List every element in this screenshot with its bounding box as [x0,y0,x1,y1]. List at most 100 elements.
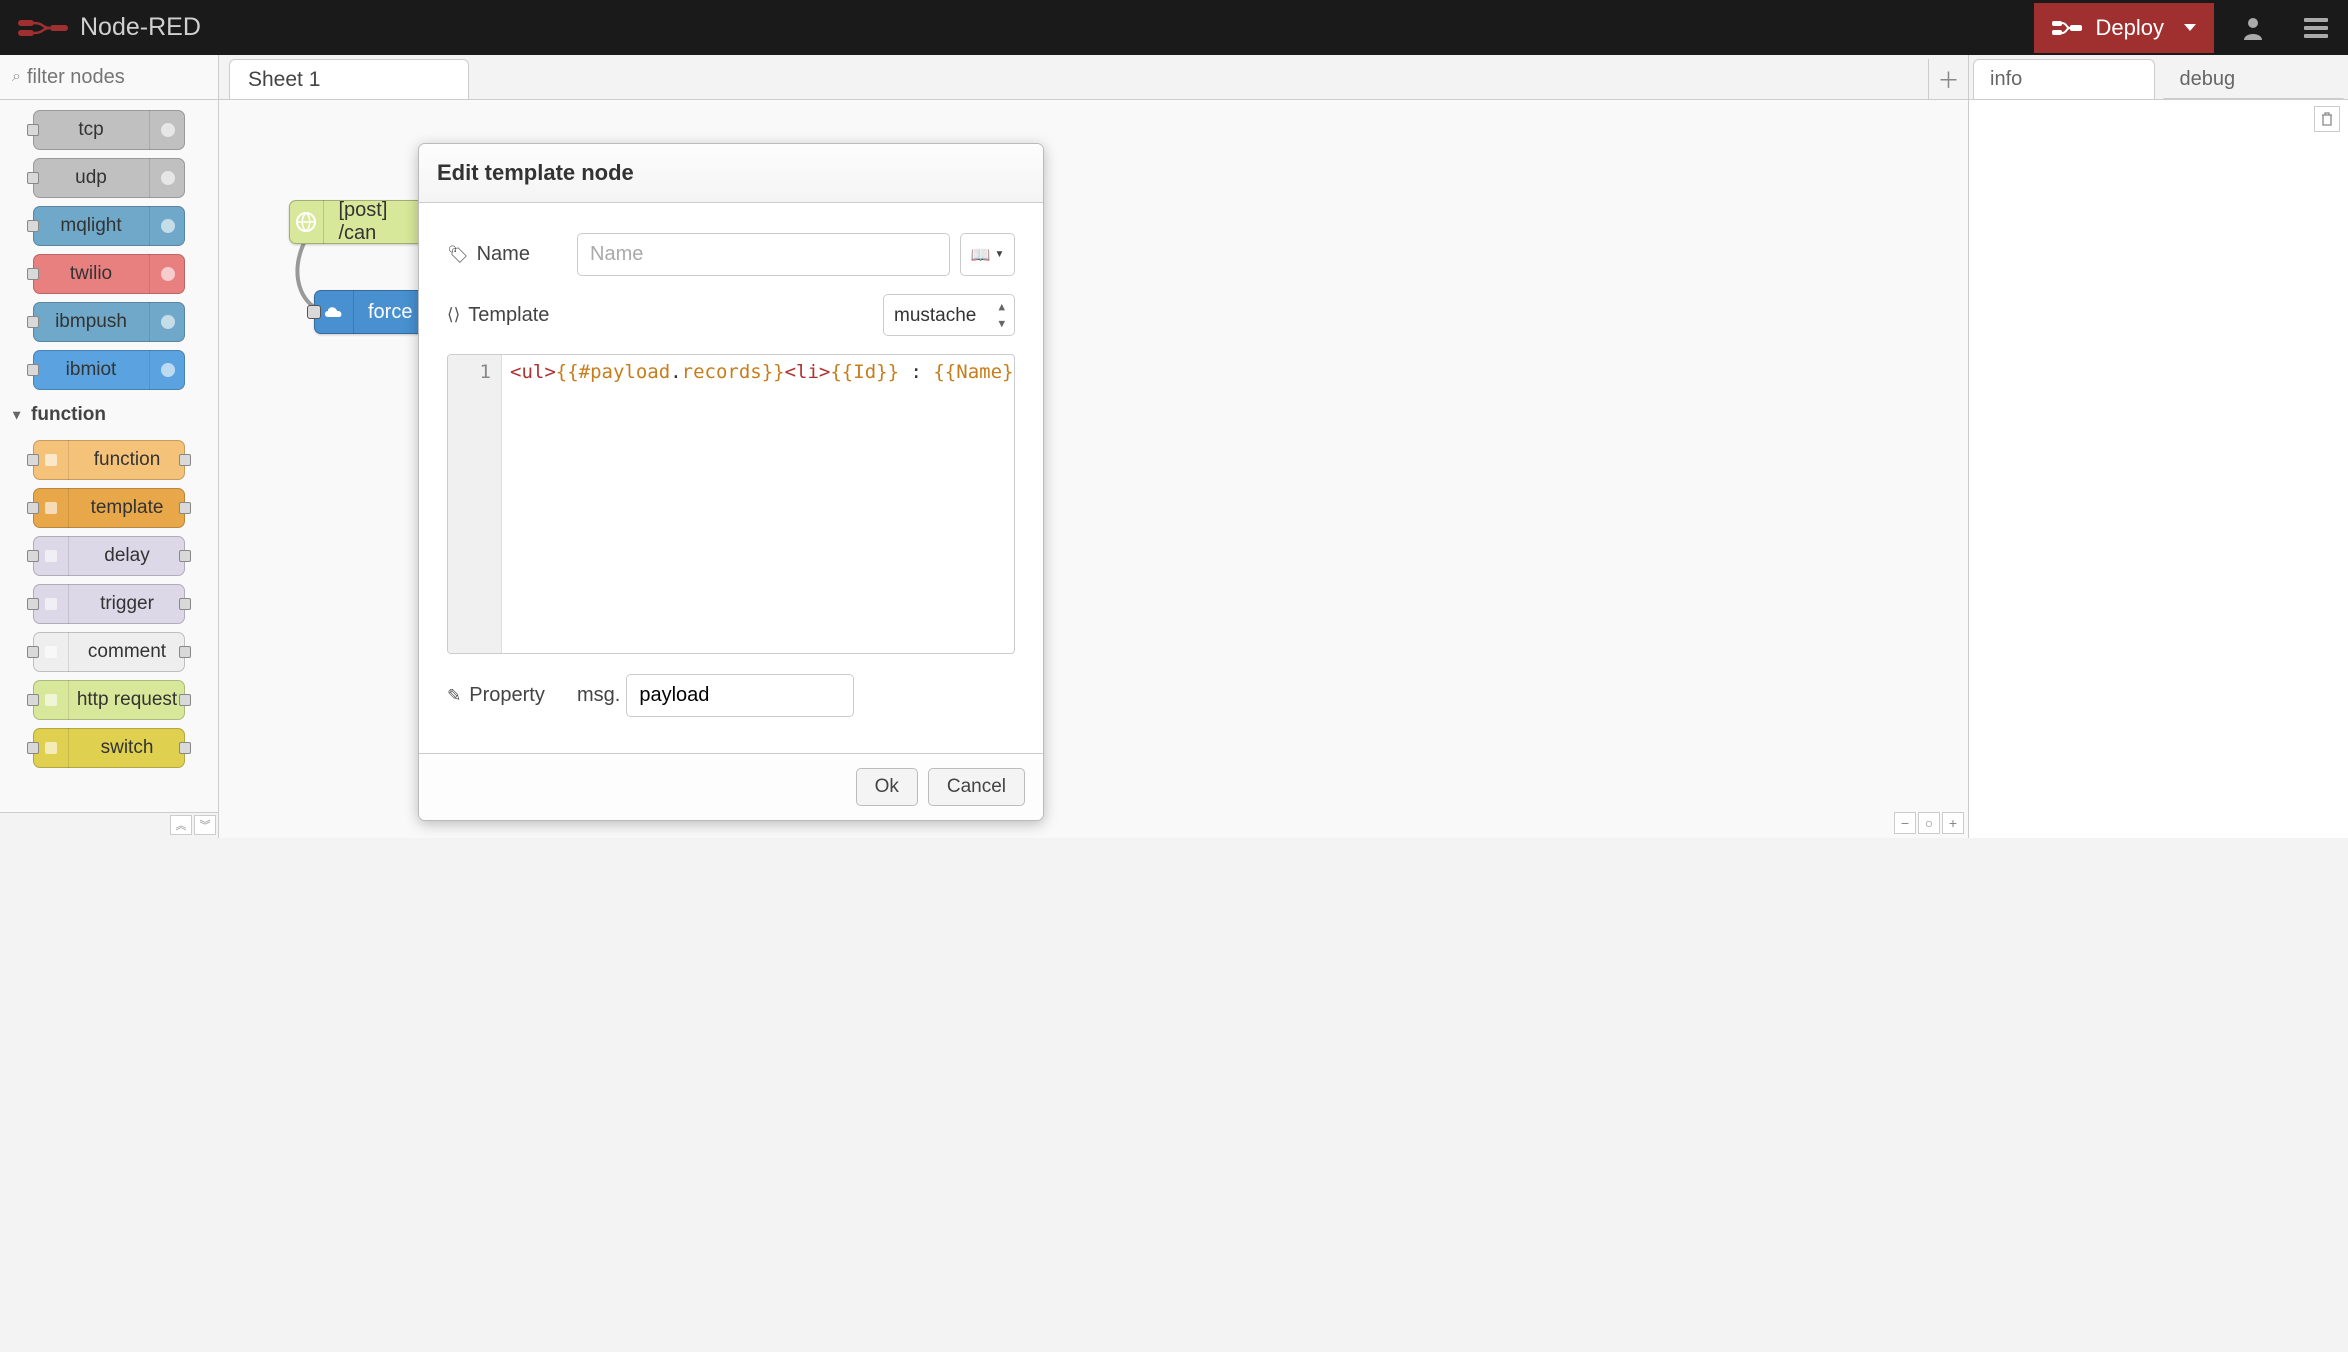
palette-node-label: trigger [69,593,185,615]
palette-port [27,316,39,328]
node-type-icon [149,302,185,342]
palette-port [179,550,191,562]
deploy-label: Deploy [2096,15,2164,41]
caret-down-icon: ▼ [995,249,1005,260]
palette-port [27,502,39,514]
node-type-icon [149,350,185,390]
zoom-out-button[interactable]: − [1894,812,1916,834]
bars-icon [2304,18,2328,38]
palette-node-switch[interactable]: switch [33,728,185,768]
palette-node-mqlight[interactable]: mqlight [33,206,185,246]
palette-node-twilio[interactable]: twilio [33,254,185,294]
palette-expand-button[interactable]: ︾ [194,815,216,835]
palette-search[interactable]: ⌕ [0,55,218,100]
zoom-reset-button[interactable]: ○ [1918,812,1940,834]
edit-icon: ✎ [447,686,461,706]
palette-node-ibmpush[interactable]: ibmpush [33,302,185,342]
template-label: ⟨⟩ Template [447,304,577,327]
palette-port [27,646,39,658]
sidebar-tab-info[interactable]: info [1973,59,2155,99]
palette-node-label: http request [69,689,185,711]
tag-icon: 🏷 [447,245,469,265]
property-prefix: msg. [577,684,620,707]
app-header: Node-RED Deploy [0,0,2348,55]
node-type-icon [149,158,185,198]
book-icon: 📖 [971,245,991,265]
node-type-icon [149,206,185,246]
palette-port [27,172,39,184]
canvas-node-force[interactable]: force [314,290,434,334]
palette-port [27,220,39,232]
dialog-footer: Ok Cancel [419,753,1043,820]
user-icon [2242,16,2264,40]
palette-node-delay[interactable]: delay [33,536,185,576]
doc-dropdown-button[interactable]: 📖 ▼ [960,233,1015,276]
palette-port [27,598,39,610]
palette-node-label: udp [33,167,149,189]
palette-node-label: template [69,497,185,519]
nodered-logo-icon [18,16,68,40]
edit-node-dialog: Edit template node 🏷 Name 📖 ▼ ⟨⟩ Templat… [418,143,1044,821]
palette-node-tcp[interactable]: tcp [33,110,185,150]
workspace-tab-sheet1[interactable]: Sheet 1 [229,59,469,99]
palette-node-list: tcp udp mqlight twilio ibmpush ibmiot ▸functio… [0,100,218,812]
node-type-icon [149,110,185,150]
canvas-zoom-controls: − ○ + [1890,808,1968,838]
globe-icon [289,200,324,244]
name-input[interactable] [577,233,950,276]
palette-port [27,268,39,280]
node-input-port[interactable] [307,305,321,319]
user-menu-button[interactable] [2222,0,2284,55]
palette-node-http-request[interactable]: http request [33,680,185,720]
filter-nodes-input[interactable] [27,66,206,89]
palette-node-udp[interactable]: udp [33,158,185,198]
palette-node-label: twilio [33,263,149,285]
sidebar-tabs: info debug [1969,55,2348,100]
palette-node-label: switch [69,737,185,759]
name-label: 🏷 Name [447,243,577,266]
zoom-in-button[interactable]: + [1942,812,1964,834]
palette-node-function[interactable]: function [33,440,185,480]
canvas-node-label: force [354,301,426,324]
palette-port [27,694,39,706]
deploy-button[interactable]: Deploy [2034,3,2214,53]
palette-port [27,550,39,562]
search-icon: ⌕ [12,68,21,86]
editor-content[interactable]: <ul>{{#payload.records}}<li>{{Id}} : {{N… [502,355,1014,653]
template-editor[interactable]: 1 <ul>{{#payload.records}}<li>{{Id}} : {… [447,354,1015,654]
palette-node-label: ibmiot [33,359,149,381]
caret-down-icon [2184,24,2196,31]
node-type-icon [149,254,185,294]
template-format-select[interactable]: mustache [883,294,1015,336]
palette-port [27,454,39,466]
canvas-node-http-in[interactable]: [post] /can [289,200,434,244]
clear-debug-button[interactable] [2314,106,2340,132]
dialog-title: Edit template node [419,144,1043,203]
sidebar-body [1969,100,2348,838]
palette-port [179,646,191,658]
palette-collapse-button[interactable]: ︽ [170,815,192,835]
add-tab-button[interactable]: ＋ [1928,59,1968,99]
palette-node-label: function [69,449,185,471]
palette-port [179,502,191,514]
palette-node-trigger[interactable]: trigger [33,584,185,624]
cancel-button[interactable]: Cancel [928,768,1025,806]
palette-category-function[interactable]: ▸function [0,394,218,436]
palette-node-ibmiot[interactable]: ibmiot [33,350,185,390]
main-menu-button[interactable] [2284,0,2348,55]
app-title: Node-RED [80,13,201,42]
code-icon: ⟨⟩ [447,305,460,325]
property-input[interactable] [626,674,854,717]
palette-node-label: mqlight [33,215,149,237]
trash-icon [2321,112,2333,126]
palette-node-comment[interactable]: comment [33,632,185,672]
sidebar-tab-debug[interactable]: debug [2163,59,2345,99]
palette-node-label: comment [69,641,185,663]
workspace-tabs: Sheet 1 ＋ [219,55,1968,100]
palette-node-template[interactable]: template [33,488,185,528]
info-sidebar: info debug [1968,55,2348,838]
deploy-icon [2052,18,2082,38]
palette-sidebar: ⌕ tcp udp mqlight twilio ibmpush ibmiot ▸funct… [0,55,219,838]
editor-gutter: 1 [448,355,502,653]
ok-button[interactable]: Ok [856,768,918,806]
